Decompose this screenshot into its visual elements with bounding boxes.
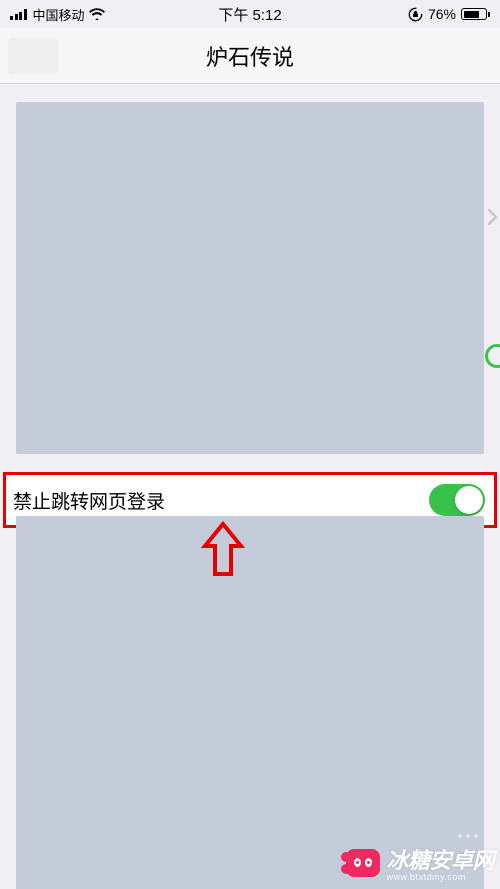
- signal-icon: [10, 9, 27, 20]
- watermark-logo-icon: [346, 849, 380, 877]
- battery-percent: 76%: [428, 6, 456, 22]
- watermark-domain: www.btxtdmy.com: [386, 872, 465, 882]
- wifi-icon: [89, 8, 105, 20]
- content-placeholder-top: [16, 102, 484, 454]
- carrier-label: 中国移动: [33, 5, 85, 24]
- toggle-peek-icon: [485, 344, 500, 368]
- watermark: 冰糖安卓网 www.btxtdmy.com: [346, 843, 494, 882]
- nav-bar: 炉石传说: [0, 28, 500, 84]
- orientation-lock-icon: [408, 7, 423, 22]
- page-title: 炉石传说: [206, 40, 294, 72]
- status-right: 76%: [408, 6, 490, 22]
- toggle-knob: [455, 486, 483, 514]
- content-placeholder-bottom: [16, 516, 484, 889]
- back-button[interactable]: [8, 38, 58, 74]
- ellipsis-icon: [452, 831, 484, 841]
- chevron-right-icon: [486, 208, 500, 226]
- watermark-brand: 冰糖安卓网: [386, 843, 494, 875]
- status-left: 中国移动: [10, 5, 105, 24]
- status-bar: 中国移动 下午 5:12 76%: [0, 0, 500, 28]
- annotation-arrow-icon: [201, 520, 245, 580]
- disable-web-login-toggle[interactable]: [429, 484, 485, 516]
- status-time: 下午 5:12: [218, 4, 281, 25]
- disable-web-login-label: 禁止跳转网页登录: [13, 487, 165, 514]
- battery-icon: [461, 8, 490, 20]
